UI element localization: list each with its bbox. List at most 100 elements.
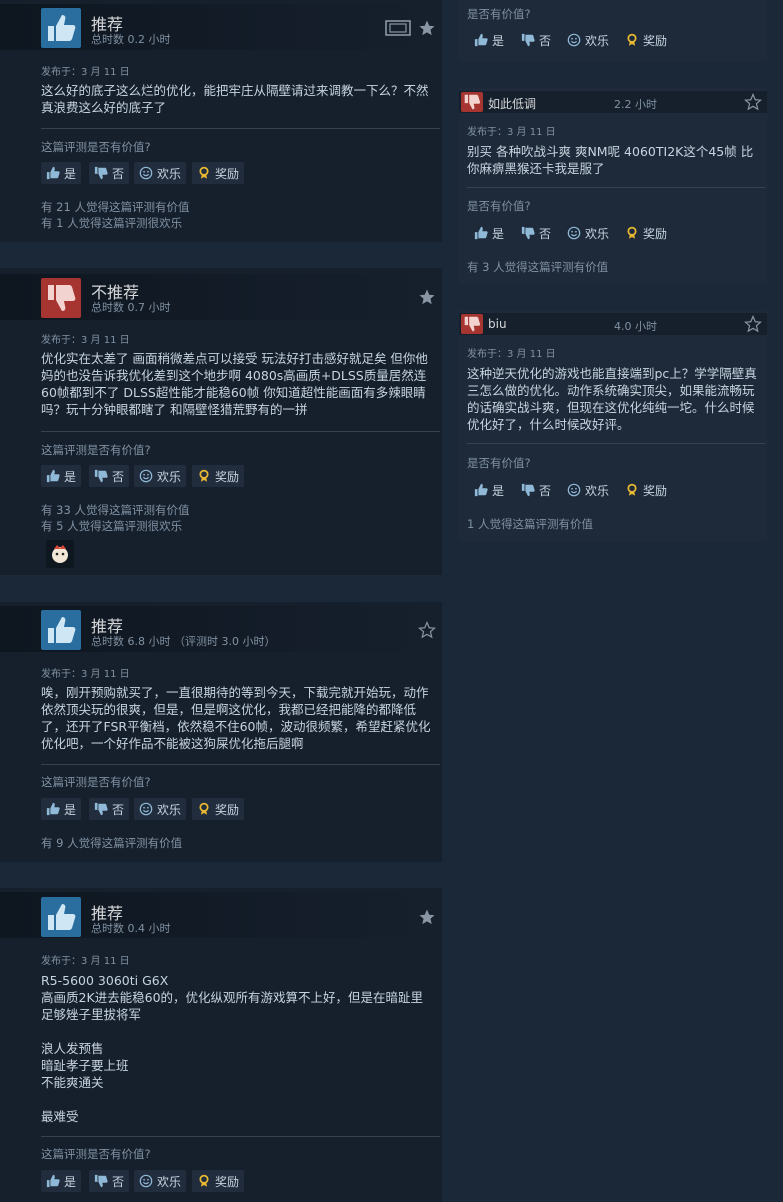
- funny-label: 欢乐: [157, 802, 182, 817]
- vote-funny-button[interactable]: 欢乐: [134, 798, 187, 820]
- vote-yes-button[interactable]: 是: [41, 798, 82, 820]
- reviewer-name[interactable]: biu: [488, 317, 507, 331]
- helpful-prompt: 是否有价值?: [467, 456, 531, 470]
- thumbs-up-icon: [474, 483, 488, 497]
- thumbs-down-icon: [94, 469, 108, 483]
- helpful-prompt: 这篇评测是否有价值?: [41, 443, 151, 457]
- vote-yes-button[interactable]: 是: [41, 162, 82, 184]
- posted-date: 发布于：3 月 11 日: [41, 956, 130, 967]
- review-body: 优化实在太差了 画面稍微差点可以接受 玩法好打击感好就足矣 但你他妈的也没告诉我…: [41, 351, 428, 417]
- thumbs-down-icon: [521, 33, 535, 47]
- thumbs-down-icon[interactable]: [41, 278, 81, 318]
- review-hours: 2.2 小时: [614, 98, 657, 111]
- review-body: 别买 各种吹战斗爽 爽NM呢 4060TI2K这个45帧 比你麻痹黑猴还卡我是服…: [467, 144, 754, 176]
- funny-label: 欢乐: [157, 469, 182, 484]
- award-icon: [625, 226, 639, 240]
- award-label: 奖励: [643, 226, 668, 241]
- thumbs-down-icon[interactable]: [461, 314, 483, 334]
- divider: [41, 431, 440, 432]
- award-star-outline-icon[interactable]: [744, 315, 762, 333]
- award-button[interactable]: 奖励: [620, 479, 672, 501]
- helpful-count: 有 21 人觉得这篇评测有价值: [41, 200, 190, 214]
- vote-yes-button[interactable]: 是: [469, 29, 509, 51]
- yes-label: 是: [64, 802, 77, 817]
- review-hours: 4.0 小时: [614, 320, 657, 333]
- vote-no-button[interactable]: 否: [516, 29, 556, 51]
- thumbs-up-icon: [46, 469, 60, 483]
- funny-count: 有 5 人觉得这篇评测很欢乐: [41, 519, 183, 533]
- vote-yes-button[interactable]: 是: [469, 222, 509, 244]
- thumbs-up-icon: [46, 166, 60, 180]
- review-body: 这么好的底子这么烂的优化，能把牢庄从隔壁请过来调教一下么？不然真浪费这么好的底子…: [41, 83, 429, 115]
- thumbs-up-icon[interactable]: [41, 897, 81, 937]
- helpful-prompt: 是否有价值?: [467, 7, 531, 21]
- no-label: 否: [112, 469, 125, 484]
- smile-icon: [567, 483, 581, 497]
- award-icon: [625, 33, 639, 47]
- vote-no-button[interactable]: 否: [89, 162, 130, 184]
- yes-label: 是: [64, 1174, 77, 1189]
- award-star-icon[interactable]: [418, 19, 436, 37]
- vote-funny-button[interactable]: 欢乐: [562, 29, 614, 51]
- film-icon: [385, 20, 411, 36]
- vote-no-button[interactable]: 否: [89, 798, 130, 820]
- vote-no-button[interactable]: 否: [516, 479, 556, 501]
- vote-yes-button[interactable]: 是: [41, 465, 82, 487]
- award-star-outline-icon[interactable]: [418, 621, 436, 639]
- yes-label: 是: [64, 166, 77, 181]
- vote-yes-button[interactable]: 是: [41, 1170, 82, 1192]
- thumbs-down-icon[interactable]: [461, 92, 483, 112]
- helpful-prompt: 这篇评测是否有价值?: [41, 140, 151, 154]
- award-button[interactable]: 奖励: [192, 1170, 245, 1192]
- review-body: 唉，刚开预购就买了，一直很期待的等到今天，下载完就开始玩，动作依然顶尖玩的很爽，…: [41, 685, 431, 751]
- smile-icon: [567, 33, 581, 47]
- posted-date: 发布于：3 月 11 日: [467, 127, 556, 138]
- vote-no-button[interactable]: 否: [516, 222, 556, 244]
- award-badge-icon[interactable]: [46, 540, 74, 568]
- vote-yes-button[interactable]: 是: [469, 479, 509, 501]
- posted-date: 发布于：3 月 11 日: [41, 669, 130, 680]
- award-star-icon[interactable]: [418, 908, 436, 926]
- thumbs-up-icon: [46, 802, 60, 816]
- no-label: 否: [112, 1174, 125, 1189]
- vote-funny-button[interactable]: 欢乐: [562, 479, 614, 501]
- award-button[interactable]: 奖励: [192, 162, 245, 184]
- vote-funny-button[interactable]: 欢乐: [562, 222, 614, 244]
- review-card: biu 4.0 小时 发布于：3 月 11 日 这种逆天优化的游戏也能直接端到p…: [459, 310, 767, 542]
- award-label: 奖励: [215, 1174, 240, 1189]
- thumbs-down-icon: [94, 802, 108, 816]
- review-card: 不推荐 总时数 0.7 小时 发布于：3 月 11 日 优化实在太差了 画面稍微…: [0, 268, 442, 575]
- smile-icon: [139, 166, 153, 180]
- award-button[interactable]: 奖励: [192, 465, 245, 487]
- award-button[interactable]: 奖励: [620, 222, 672, 244]
- smile-icon: [139, 1174, 153, 1188]
- no-label: 否: [539, 226, 552, 241]
- yes-label: 是: [492, 483, 505, 498]
- vote-funny-button[interactable]: 欢乐: [134, 162, 187, 184]
- yes-label: 是: [64, 469, 77, 484]
- award-button[interactable]: 奖励: [192, 798, 245, 820]
- vote-no-button[interactable]: 否: [89, 465, 130, 487]
- no-label: 否: [539, 33, 552, 48]
- award-button[interactable]: 奖励: [620, 29, 672, 51]
- posted-date: 发布于：3 月 11 日: [467, 349, 556, 360]
- divider: [41, 1136, 440, 1137]
- reviewer-name[interactable]: 如此低调: [488, 95, 536, 112]
- award-icon: [197, 1174, 211, 1188]
- funny-label: 欢乐: [585, 226, 610, 241]
- review-hours: 总时数 0.4 小时: [91, 922, 171, 935]
- yes-label: 是: [492, 33, 505, 48]
- thumbs-up-icon: [46, 1174, 60, 1188]
- vote-no-button[interactable]: 否: [89, 1170, 130, 1192]
- funny-count: 有 1 人觉得这篇评测很欢乐: [41, 216, 183, 230]
- divider: [41, 764, 440, 765]
- review-hours: 总时数 0.2 小时: [91, 33, 171, 46]
- thumbs-down-icon: [521, 226, 535, 240]
- award-star-icon[interactable]: [418, 288, 436, 306]
- thumbs-up-icon[interactable]: [41, 610, 81, 650]
- award-star-outline-icon[interactable]: [744, 93, 762, 111]
- vote-funny-button[interactable]: 欢乐: [134, 1170, 187, 1192]
- vote-funny-button[interactable]: 欢乐: [134, 465, 187, 487]
- thumbs-up-icon[interactable]: [41, 8, 81, 48]
- smile-icon: [139, 802, 153, 816]
